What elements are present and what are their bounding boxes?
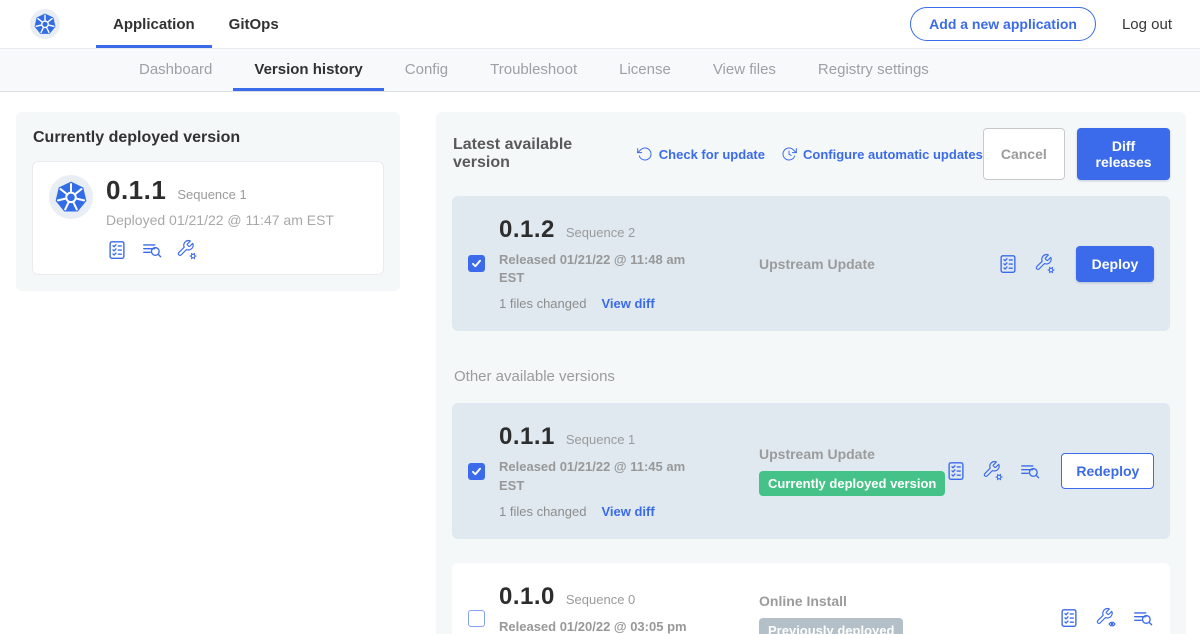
sequence-label: Sequence 0	[566, 592, 635, 607]
version-checkbox[interactable]	[468, 463, 485, 480]
auto-update-icon	[781, 146, 797, 162]
currently-deployed-panel: Currently deployed version 0.1.1 Sequenc…	[16, 112, 400, 291]
configure-automatic-updates-link[interactable]: Configure automatic updates	[781, 146, 983, 162]
app-icon	[49, 175, 93, 219]
deploy-logs-icon[interactable]	[1132, 607, 1154, 629]
check-for-update-link[interactable]: Check for update	[637, 146, 765, 162]
files-changed-label: 1 files changed	[499, 296, 586, 311]
version-checkbox[interactable]	[468, 255, 485, 272]
currently-deployed-badge: Currently deployed version	[759, 471, 945, 496]
latest-available-title: Latest available version	[453, 136, 615, 172]
checkmark-icon	[471, 258, 482, 269]
version-row-0-1-2: 0.1.2 Sequence 2 Released 01/21/22 @ 11:…	[452, 196, 1170, 331]
view-config-icon[interactable]	[1095, 607, 1117, 629]
version-source-label: Online Install	[759, 593, 1058, 609]
subnav-tab-troubleshoot[interactable]: Troubleshoot	[469, 49, 598, 91]
kubernetes-logo-icon	[30, 0, 60, 48]
preflight-checks-icon[interactable]	[106, 239, 128, 261]
deploy-logs-icon[interactable]	[141, 239, 163, 261]
redeploy-button[interactable]: Redeploy	[1061, 453, 1154, 489]
top-nav-tabs: Application GitOps	[96, 0, 296, 48]
tab-application[interactable]: Application	[96, 0, 212, 48]
check-for-update-label: Check for update	[659, 147, 765, 162]
deploy-button[interactable]: Deploy	[1076, 246, 1155, 282]
top-nav-actions: Add a new application Log out	[910, 0, 1200, 48]
subnav-tab-view-files[interactable]: View files	[692, 49, 797, 91]
configure-automatic-updates-label: Configure automatic updates	[803, 147, 983, 162]
version-row-0-1-1: 0.1.1 Sequence 1 Released 01/21/22 @ 11:…	[452, 403, 1170, 538]
subnav-tab-config[interactable]: Config	[384, 49, 469, 91]
checkmark-icon	[471, 466, 482, 477]
subnav-tab-license[interactable]: License	[598, 49, 692, 91]
edit-config-icon[interactable]	[982, 460, 1004, 482]
deployed-sequence-label: Sequence 1	[177, 187, 246, 202]
version-checkbox[interactable]	[468, 610, 485, 627]
diff-releases-button[interactable]: Diff releases	[1077, 128, 1171, 180]
subnav-tab-registry-settings[interactable]: Registry settings	[797, 49, 950, 91]
version-source-label: Upstream Update	[759, 256, 997, 272]
preflight-checks-icon[interactable]	[1058, 607, 1080, 629]
released-timestamp: Released 01/21/22 @ 11:48 am EST	[499, 251, 713, 287]
deployed-panel-title: Currently deployed version	[33, 129, 383, 147]
subnav-tab-version-history[interactable]: Version history	[233, 49, 383, 91]
main-content: Currently deployed version 0.1.1 Sequenc…	[0, 92, 1200, 634]
version-number: 0.1.2	[499, 216, 555, 244]
deployed-version-number: 0.1.1	[106, 175, 166, 206]
preflight-checks-icon[interactable]	[945, 460, 967, 482]
sequence-label: Sequence 2	[566, 225, 635, 240]
tab-gitops[interactable]: GitOps	[212, 0, 296, 48]
edit-config-icon[interactable]	[1034, 253, 1056, 275]
deployed-timestamp: Deployed 01/21/22 @ 11:47 am EST	[106, 212, 334, 228]
logout-link[interactable]: Log out	[1122, 16, 1172, 33]
files-changed-label: 1 files changed	[499, 504, 586, 519]
edit-config-icon[interactable]	[176, 239, 198, 261]
subnav-tab-dashboard[interactable]: Dashboard	[118, 49, 233, 91]
top-navbar: Application GitOps Add a new application…	[0, 0, 1200, 48]
deployed-version-card: 0.1.1 Sequence 1 Deployed 01/21/22 @ 11:…	[32, 161, 384, 275]
preflight-checks-icon[interactable]	[997, 253, 1019, 275]
released-timestamp: Released 01/21/22 @ 11:45 am EST	[499, 458, 713, 494]
released-timestamp: Released 01/20/22 @ 03:05 pm EST	[499, 618, 713, 634]
version-number: 0.1.0	[499, 583, 555, 611]
version-number: 0.1.1	[499, 423, 555, 451]
view-diff-link[interactable]: View diff	[601, 296, 654, 311]
latest-available-header: Latest available version Check for updat…	[452, 128, 1170, 180]
view-diff-link[interactable]: View diff	[601, 504, 654, 519]
app-subnav: Dashboard Version history Config Trouble…	[0, 48, 1200, 92]
sequence-label: Sequence 1	[566, 432, 635, 447]
refresh-icon	[637, 146, 653, 162]
add-new-application-button[interactable]: Add a new application	[910, 7, 1096, 41]
version-history-panel: Latest available version Check for updat…	[436, 112, 1186, 634]
cancel-button[interactable]: Cancel	[983, 128, 1065, 180]
version-row-0-1-0: 0.1.0 Sequence 0 Released 01/20/22 @ 03:…	[452, 563, 1170, 634]
version-source-label: Upstream Update	[759, 446, 945, 462]
deploy-logs-icon[interactable]	[1019, 460, 1041, 482]
other-versions-title: Other available versions	[454, 368, 1170, 385]
previously-deployed-badge: Previously deployed	[759, 618, 903, 634]
